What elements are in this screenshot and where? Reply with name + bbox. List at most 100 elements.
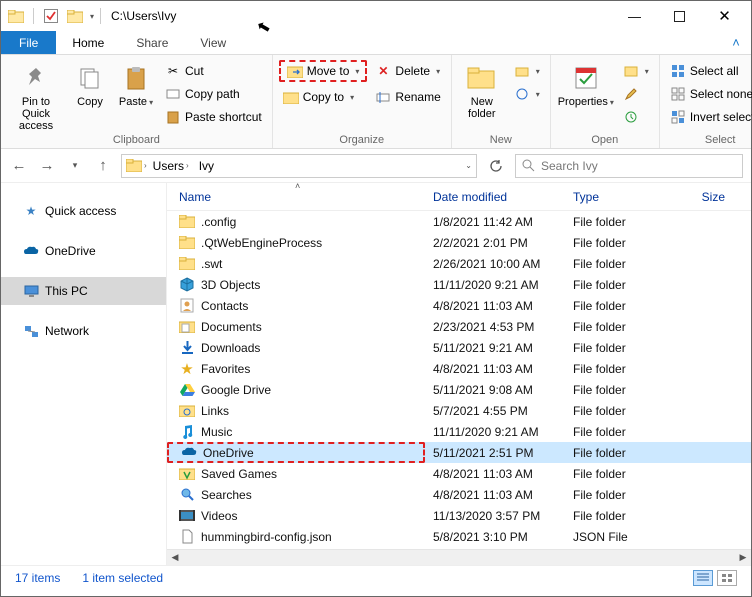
copy-button[interactable]: Copy — [69, 58, 111, 108]
column-size[interactable]: Size — [685, 190, 733, 204]
table-row[interactable]: Downloads 5/11/2021 9:21 AMFile folder — [167, 337, 751, 358]
window-title: C:\Users\Ivy — [111, 9, 176, 23]
table-row[interactable]: Videos11/13/2020 3:57 PMFile folder — [167, 505, 751, 526]
star-icon: ★ — [179, 361, 195, 377]
open-button[interactable]: ▾ — [619, 60, 653, 82]
row-date: 5/11/2021 9:08 AM — [425, 383, 565, 397]
column-type[interactable]: Type — [565, 190, 685, 204]
table-row[interactable]: .config1/8/2021 11:42 AMFile folder — [167, 211, 751, 232]
tab-share[interactable]: Share — [120, 31, 184, 54]
history-icon — [623, 109, 639, 125]
column-headers: ˄ Name Date modified Type Size — [167, 183, 751, 211]
collapse-ribbon-icon[interactable]: ˄ — [721, 31, 751, 54]
move-to-icon — [287, 63, 303, 79]
edit-button[interactable] — [619, 83, 653, 105]
3d-icon — [179, 277, 195, 293]
large-icons-view-button[interactable] — [717, 570, 737, 586]
back-button[interactable]: ← — [9, 156, 29, 176]
row-name: Favorites — [201, 362, 250, 376]
row-date: 4/8/2021 11:03 AM — [425, 467, 565, 481]
close-button[interactable]: ✕ — [702, 2, 747, 30]
move-to-button[interactable]: Move to▾ — [279, 60, 368, 82]
cut-button[interactable]: ✂Cut — [161, 60, 266, 82]
row-type: File folder — [565, 299, 685, 313]
row-date: 2/23/2021 4:53 PM — [425, 320, 565, 334]
horizontal-scrollbar[interactable]: ◀▶ — [167, 549, 751, 565]
table-row[interactable]: ★Favorites4/8/2021 11:03 AMFile folder — [167, 358, 751, 379]
table-row[interactable]: Searches4/8/2021 11:03 AMFile folder — [167, 484, 751, 505]
table-row[interactable]: Links5/7/2021 4:55 PMFile folder — [167, 400, 751, 421]
table-row[interactable]: OneDrive5/11/2021 2:51 PMFile folder — [167, 442, 751, 463]
properties-button[interactable]: Properties▾ — [557, 58, 615, 108]
table-row[interactable]: Contacts4/8/2021 11:03 AMFile folder — [167, 295, 751, 316]
pin-icon — [20, 62, 52, 94]
table-row[interactable]: 3D Objects11/11/2020 9:21 AMFile folder — [167, 274, 751, 295]
search-input[interactable]: Search Ivy — [515, 154, 743, 178]
row-date: 5/11/2021 2:51 PM — [425, 446, 565, 460]
row-type: File folder — [565, 404, 685, 418]
invert-selection-button[interactable]: Invert selection — [666, 106, 752, 128]
crumb-users[interactable]: Users› — [149, 159, 193, 173]
row-type: File folder — [565, 446, 685, 460]
copy-path-button[interactable]: Copy path — [161, 83, 266, 105]
minimize-button[interactable]: — — [612, 2, 657, 30]
address-bar[interactable]: › Users› Ivy ⌄ — [121, 154, 477, 178]
forward-button[interactable]: → — [37, 156, 57, 176]
copy-to-button[interactable]: Copy to▾ — [279, 86, 368, 108]
table-row[interactable]: Google Drive5/11/2021 9:08 AMFile folder — [167, 379, 751, 400]
delete-button[interactable]: ✕Delete▾ — [371, 60, 444, 82]
pin-quick-access-button[interactable]: Pin to Quick access — [7, 58, 65, 132]
refresh-button[interactable] — [485, 155, 507, 177]
select-all-button[interactable]: Select all — [666, 60, 752, 82]
games-icon — [179, 466, 195, 482]
column-date[interactable]: Date modified — [425, 190, 565, 204]
qat-dropdown-icon[interactable]: ▾ — [90, 12, 94, 21]
chevron-right-icon[interactable]: › — [144, 161, 147, 170]
address-dropdown-icon[interactable]: ⌄ — [465, 161, 472, 170]
column-name[interactable]: Name — [167, 190, 425, 204]
details-view-button[interactable] — [693, 570, 713, 586]
folder-small-icon[interactable] — [64, 5, 86, 27]
nav-network[interactable]: Network — [1, 317, 166, 345]
select-none-button[interactable]: Select none — [666, 83, 752, 105]
table-row[interactable]: Saved Games4/8/2021 11:03 AMFile folder — [167, 463, 751, 484]
nav-quick-access[interactable]: ★Quick access — [1, 197, 166, 225]
row-type: File folder — [565, 215, 685, 229]
easy-access-button[interactable]: ▾ — [510, 83, 544, 105]
up-button[interactable]: ↑ — [93, 156, 113, 176]
row-type: File folder — [565, 488, 685, 502]
paste-shortcut-button[interactable]: Paste shortcut — [161, 106, 266, 128]
row-date: 2/2/2021 2:01 PM — [425, 236, 565, 250]
links-icon — [179, 403, 195, 419]
row-type: File folder — [565, 509, 685, 523]
row-date: 5/11/2021 9:21 AM — [425, 341, 565, 355]
tab-view[interactable]: View — [184, 31, 242, 54]
table-row[interactable]: .QtWebEngineProcess2/2/2021 2:01 PMFile … — [167, 232, 751, 253]
row-name: Documents — [201, 320, 262, 334]
row-name: Downloads — [201, 341, 260, 355]
folder-icon — [179, 235, 195, 251]
paste-button[interactable]: Paste▾ — [115, 58, 157, 108]
checkbox-icon[interactable] — [40, 5, 62, 27]
tab-file[interactable]: File — [1, 31, 56, 54]
row-name: .QtWebEngineProcess — [201, 236, 322, 250]
rename-button[interactable]: Rename — [371, 86, 444, 108]
new-folder-button[interactable]: New folder — [458, 58, 506, 120]
nav-onedrive[interactable]: OneDrive — [1, 237, 166, 265]
recent-dropdown[interactable]: ▾ — [65, 156, 85, 176]
table-row[interactable]: Music11/11/2020 9:21 AMFile folder — [167, 421, 751, 442]
group-select: Select all Select none Invert selection … — [660, 55, 752, 148]
status-count: 17 items — [15, 571, 60, 585]
history-button[interactable] — [619, 106, 653, 128]
new-item-button[interactable]: ▾ — [510, 60, 544, 82]
nav-this-pc[interactable]: This PC — [1, 277, 166, 305]
ribbon: Pin to Quick access Copy Paste▾ ✂Cut Cop… — [1, 55, 751, 149]
maximize-button[interactable] — [657, 2, 702, 30]
crumb-ivy[interactable]: Ivy — [195, 159, 218, 173]
table-row[interactable]: hummingbird-config.json5/8/2021 3:10 PMJ… — [167, 526, 751, 547]
tab-home[interactable]: Home — [56, 31, 120, 54]
table-row[interactable]: .swt2/26/2021 10:00 AMFile folder — [167, 253, 751, 274]
select-none-icon — [670, 86, 686, 102]
row-type: File folder — [565, 341, 685, 355]
table-row[interactable]: Documents2/23/2021 4:53 PMFile folder — [167, 316, 751, 337]
